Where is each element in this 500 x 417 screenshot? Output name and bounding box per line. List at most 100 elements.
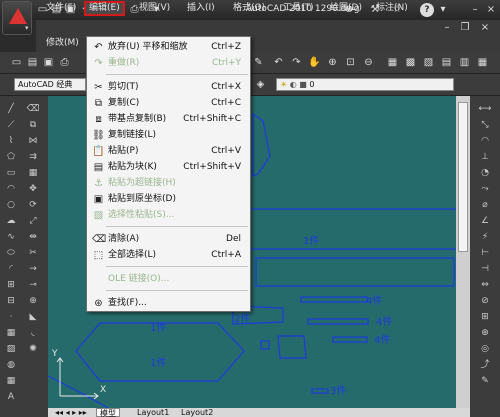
arc-icon[interactable]: ◠ [4, 182, 18, 196]
edit-menu-item[interactable]: ▣ 粘贴到原坐标(D) [89, 192, 249, 207]
fillet-icon[interactable]: ◟ [26, 326, 40, 340]
region-icon[interactable]: ◍ [4, 358, 18, 372]
break-dim-icon[interactable]: ⊘ [478, 294, 492, 308]
erase-icon[interactable]: ⌫ [26, 102, 40, 116]
menu-insert[interactable]: 插入(I) [187, 2, 215, 15]
minimize-icon[interactable]: – [468, 3, 482, 17]
redo-icon[interactable]: ↷ [290, 56, 303, 69]
dimension-jogged-icon[interactable]: ⤳ [478, 182, 492, 196]
tab-layout2[interactable]: Layout2 [178, 408, 216, 417]
edit-menu-item[interactable]: ↶ 放弃(U) 平移和缩放 Ctrl+Z [89, 40, 249, 55]
tab-scroll-arrows[interactable]: ◂◂ ◂ ▸ ▸▸ [52, 408, 90, 417]
edit-menu-item[interactable]: ⬚ 全部选择(L) Ctrl+A [89, 248, 249, 263]
extend-icon[interactable]: → [26, 262, 40, 276]
inspection-icon[interactable]: ◎ [478, 342, 492, 356]
table-icon[interactable]: ▦ [4, 374, 18, 388]
insert-block-icon[interactable]: ⊞ [4, 278, 18, 292]
polygon-icon[interactable]: ⬠ [4, 150, 18, 164]
spline-icon[interactable]: ∿ [4, 230, 18, 244]
menu-dimension[interactable]: 标注(N) [376, 2, 408, 15]
layer-combo[interactable]: ☀ ◐ ■ 0 [276, 78, 454, 91]
edit-menu-item[interactable]: ⧉ 复制(C) Ctrl+C [89, 96, 249, 111]
edit-menu-item[interactable]: ⊛ 查找(F)... [89, 296, 249, 311]
dimension-linear-icon[interactable]: ⟷ [478, 102, 492, 116]
menu-format[interactable]: 格式(O) [233, 2, 265, 15]
undo-icon[interactable]: ↶ [272, 56, 285, 69]
help-icon[interactable]: ? [420, 3, 434, 17]
edit-menu-item[interactable]: ⌫ 清除(A) Del [89, 232, 249, 247]
rectangle-icon[interactable]: ▭ [4, 166, 18, 180]
dimension-ordinate-icon[interactable]: ⊥ [478, 150, 492, 164]
doc-close-icon[interactable]: × [478, 21, 492, 35]
sheet-set-icon[interactable]: ▤ [440, 56, 453, 69]
break-icon[interactable]: ⊸ [26, 278, 40, 292]
multiline-text-icon[interactable]: A [4, 390, 18, 404]
dimension-diameter-icon[interactable]: ⌀ [478, 198, 492, 212]
dim-edit-icon[interactable]: ✎ [478, 374, 492, 388]
baseline-icon[interactable]: ⊢ [478, 246, 492, 260]
dimension-angular-icon[interactable]: ∠ [478, 214, 492, 228]
circle-icon[interactable]: ○ [4, 198, 18, 212]
center-mark-icon[interactable]: ⊕ [478, 326, 492, 340]
edit-menu-item[interactable]: 📋 粘贴(P) Ctrl+V [89, 144, 249, 159]
help-dropdown-icon[interactable]: ▾ [436, 3, 450, 17]
edit-menu-item[interactable]: ⛓ 复制链接(L) [89, 128, 249, 143]
continue-icon[interactable]: ⊣ [478, 262, 492, 276]
match-properties-icon[interactable]: ✎ [252, 56, 265, 69]
print-icon[interactable]: ⎙ [58, 56, 71, 69]
menu-edit[interactable]: 编辑(E) [84, 1, 125, 16]
dimension-arc-icon[interactable]: ◠ [478, 134, 492, 148]
zoom-realtime-icon[interactable]: ⊕ [326, 56, 339, 69]
revision-cloud-icon[interactable]: ☁ [4, 214, 18, 228]
new-file-icon[interactable]: ▭ [10, 56, 23, 69]
quick-dimension-icon[interactable]: ⚡ [478, 230, 492, 244]
zoom-window-icon[interactable]: ⊡ [344, 56, 357, 69]
chamfer-icon[interactable]: ◣ [26, 310, 40, 324]
tolerance-icon[interactable]: ⊞ [478, 310, 492, 324]
edit-menu-item[interactable]: ⧈ 带基点复制(B) Ctrl+Shift+C [89, 112, 249, 127]
ellipse-icon[interactable]: ⬭ [4, 246, 18, 260]
scale-icon[interactable]: ⤢ [26, 214, 40, 228]
menu-view[interactable]: 视图(V) [139, 2, 170, 15]
offset-icon[interactable]: ⇉ [26, 150, 40, 164]
calculator-icon[interactable]: ▦ [476, 56, 489, 69]
design-center-icon[interactable]: ▩ [404, 56, 417, 69]
tool-palettes-icon[interactable]: ▧ [422, 56, 435, 69]
make-block-icon[interactable]: ⊟ [4, 294, 18, 308]
space-icon[interactable]: ⇔ [478, 278, 492, 292]
point-icon[interactable]: · [4, 310, 18, 324]
stretch-icon[interactable]: ⇹ [26, 230, 40, 244]
line-icon[interactable]: ╱ [4, 102, 18, 116]
menu-file[interactable]: 文件(F) [46, 2, 76, 15]
doc-minimize-icon[interactable]: – [440, 21, 454, 35]
layer-manager-icon[interactable]: ◈ [254, 78, 267, 91]
rotate-icon[interactable]: ⟳ [26, 198, 40, 212]
open-file-icon[interactable]: ▤ [26, 56, 39, 69]
tab-layout1[interactable]: Layout1 [134, 408, 172, 417]
trim-icon[interactable]: ✂ [26, 246, 40, 260]
construction-line-icon[interactable]: ⟋ [4, 118, 18, 132]
save-icon[interactable]: ▣ [42, 56, 55, 69]
hatch-icon[interactable]: ▦ [4, 326, 18, 340]
tab-model[interactable]: 模型 [96, 408, 120, 417]
copy-icon[interactable]: ⧉ [26, 118, 40, 132]
dimension-aligned-icon[interactable]: ⤡ [478, 118, 492, 132]
explode-icon[interactable]: ✺ [26, 342, 40, 356]
jogged-linear-icon[interactable]: ⤴ [478, 358, 492, 372]
array-icon[interactable]: ▦ [26, 166, 40, 180]
menu-draw[interactable]: 绘图(D) [330, 2, 362, 15]
markup-icon[interactable]: ▥ [458, 56, 471, 69]
menu-tools[interactable]: 工具(T) [283, 2, 314, 15]
mirror-icon[interactable]: ⋈ [26, 134, 40, 148]
zoom-previous-icon[interactable]: ⊖ [362, 56, 375, 69]
move-icon[interactable]: ✥ [26, 182, 40, 196]
join-icon[interactable]: ⊕ [26, 294, 40, 308]
pan-icon[interactable]: ✋ [308, 56, 321, 69]
menu-modify[interactable]: 修改(M) [46, 37, 79, 50]
gradient-icon[interactable]: ▨ [4, 342, 18, 356]
properties-icon[interactable]: ▦ [386, 56, 399, 69]
edit-menu-item[interactable]: ✂ 剪切(T) Ctrl+X [89, 80, 249, 95]
close-icon[interactable]: × [484, 3, 498, 17]
ellipse-arc-icon[interactable]: ◜ [4, 262, 18, 276]
dimension-radius-icon[interactable]: ◔ [478, 166, 492, 180]
